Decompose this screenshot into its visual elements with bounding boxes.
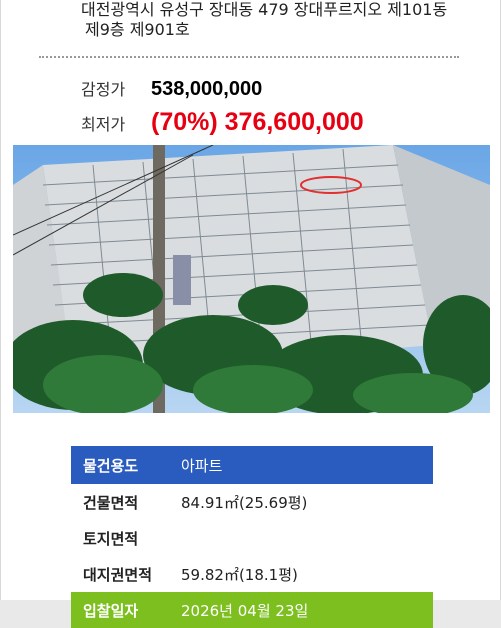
info-row-building-area: 건물면적 84.91㎡(25.69평) <box>71 484 433 520</box>
minimum-price-row: 최저가 (70%) 376,600,000 <box>81 108 364 137</box>
info-key: 건물면적 <box>83 493 139 512</box>
info-value: 아파트 <box>181 456 223 475</box>
property-photo[interactable] <box>13 145 490 413</box>
info-row-bid-date: 입찰일자 2026년 04월 23일 <box>71 592 433 628</box>
info-value: 2026년 04월 23일 <box>181 601 309 620</box>
dotted-divider <box>39 56 459 58</box>
info-row-usage: 물건용도 아파트 <box>71 446 433 484</box>
appraisal-label: 감정가 <box>81 80 126 99</box>
info-row-land-area: 토지면적 <box>71 520 433 556</box>
appraisal-price-row: 감정가 538,000,000 <box>81 76 262 101</box>
property-address: 대전광역시 유성구 장대동 479 장대푸르지오 제101동 제9층 제901호 <box>81 0 481 40</box>
appraisal-value: 538,000,000 <box>151 78 263 100</box>
info-value: 84.91㎡(25.69평) <box>181 493 308 512</box>
apartment-photo-icon <box>13 145 490 413</box>
minimum-value: (70%) 376,600,000 <box>151 108 364 136</box>
info-key: 토지면적 <box>83 529 139 548</box>
address-line-2: 제9층 제901호 <box>85 20 190 39</box>
listing-page: 대전광역시 유성구 장대동 479 장대푸르지오 제101동 제9층 제901호… <box>0 0 501 628</box>
address-line-1: 대전광역시 유성구 장대동 479 장대푸르지오 제101동 <box>81 0 448 19</box>
info-key: 물건용도 <box>83 456 139 475</box>
info-value: 59.82㎡(18.1평) <box>181 565 298 584</box>
info-row-land-right-area: 대지권면적 59.82㎡(18.1평) <box>71 556 433 592</box>
property-info-table: 물건용도 아파트 건물면적 84.91㎡(25.69평) 토지면적 대지권면적 … <box>71 446 433 628</box>
info-key: 대지권면적 <box>83 565 153 584</box>
minimum-label: 최저가 <box>81 115 126 134</box>
info-key: 입찰일자 <box>83 601 139 620</box>
